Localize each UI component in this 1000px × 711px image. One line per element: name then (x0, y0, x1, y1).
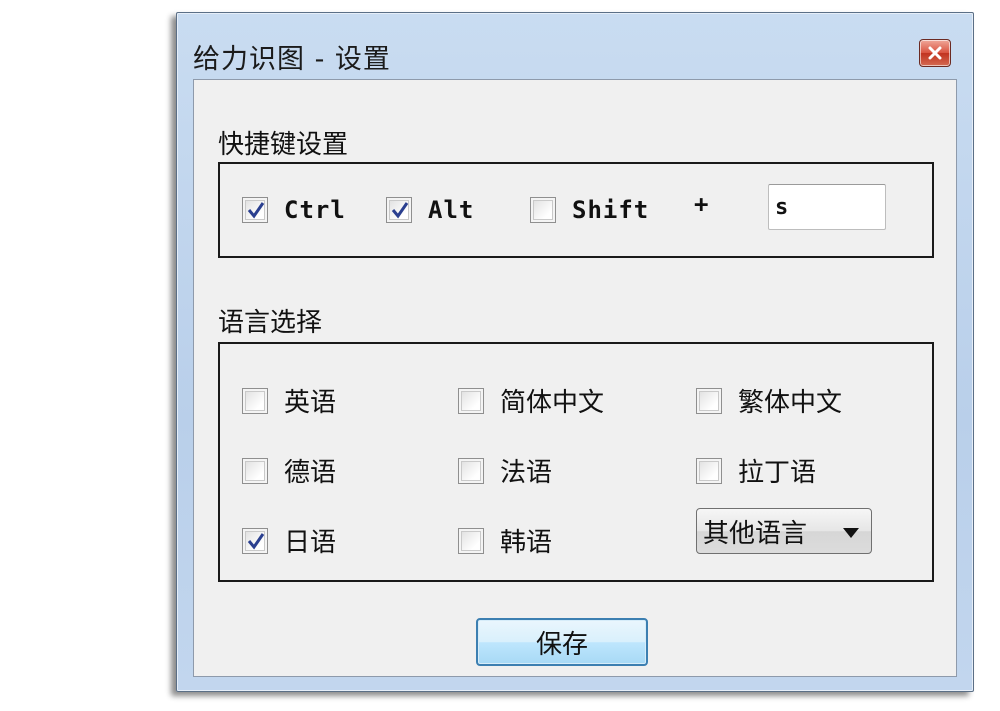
alt-label: Alt (428, 196, 475, 224)
lang-checkbox-simplified-chinese[interactable]: 简体中文 (458, 382, 604, 419)
close-icon (928, 46, 942, 60)
hotkey-key-input[interactable] (768, 184, 886, 230)
window-title: 给力识图 - 设置 (193, 44, 391, 75)
lang-checkbox-english[interactable]: 英语 (242, 382, 336, 419)
checkmark-icon (391, 202, 409, 219)
shift-checkbox-box[interactable] (530, 197, 556, 223)
lang-checkbox-korean[interactable]: 韩语 (458, 522, 552, 559)
title-bar[interactable]: 给力识图 - 设置 (177, 13, 973, 83)
plus-sign: + (694, 190, 709, 218)
lang-checkbox-box[interactable] (242, 527, 268, 554)
lang-label: 英语 (284, 388, 337, 418)
lang-checkbox-box[interactable] (458, 527, 484, 554)
lang-checkbox-box[interactable] (242, 387, 268, 414)
lang-checkbox-box[interactable] (696, 387, 722, 414)
lang-checkbox-japanese[interactable]: 日语 (242, 522, 336, 559)
lang-label: 拉丁语 (738, 458, 817, 488)
language-section-label: 语言选择 (218, 308, 323, 338)
dialog-body: 快捷键设置 Ctrl Alt Shift + 语言选择 (193, 79, 957, 677)
ctrl-checkbox[interactable]: Ctrl (242, 196, 346, 224)
lang-label: 日语 (284, 528, 337, 558)
alt-checkbox[interactable]: Alt (386, 196, 474, 224)
other-language-dropdown[interactable]: 其他语言 (696, 508, 872, 554)
hotkey-group: Ctrl Alt Shift + (218, 162, 934, 258)
lang-label: 繁体中文 (738, 388, 843, 418)
lang-checkbox-box[interactable] (696, 457, 722, 484)
checkmark-icon (247, 532, 265, 549)
shift-checkbox[interactable]: Shift (530, 196, 649, 224)
save-button[interactable]: 保存 (476, 618, 648, 666)
language-group: 英语 简体中文 繁体中文 德语 法语 拉丁语 日语 韩语 其他语言 (218, 342, 934, 582)
lang-checkbox-german[interactable]: 德语 (242, 452, 336, 489)
checkmark-icon (247, 202, 265, 219)
lang-label: 德语 (284, 458, 337, 488)
lang-checkbox-box[interactable] (458, 457, 484, 484)
shift-label: Shift (572, 196, 650, 224)
hotkey-section-label: 快捷键设置 (218, 130, 349, 160)
lang-label: 韩语 (500, 528, 553, 558)
lang-checkbox-french[interactable]: 法语 (458, 452, 552, 489)
ctrl-checkbox-box[interactable] (242, 197, 268, 223)
alt-checkbox-box[interactable] (386, 197, 412, 223)
lang-checkbox-latin[interactable]: 拉丁语 (696, 452, 816, 489)
close-button[interactable] (919, 39, 951, 67)
lang-checkbox-box[interactable] (458, 387, 484, 414)
lang-checkbox-box[interactable] (242, 457, 268, 484)
ctrl-label: Ctrl (284, 196, 346, 224)
settings-dialog: 给力识图 - 设置 快捷键设置 Ctrl Alt Shift + s 语言选择 … (176, 12, 974, 692)
lang-label: 法语 (500, 458, 553, 488)
lang-label: 简体中文 (500, 388, 605, 418)
lang-checkbox-traditional-chinese[interactable]: 繁体中文 (696, 382, 842, 419)
other-language-selected: 其他语言 (703, 518, 808, 549)
triangle-down-icon (843, 528, 859, 538)
